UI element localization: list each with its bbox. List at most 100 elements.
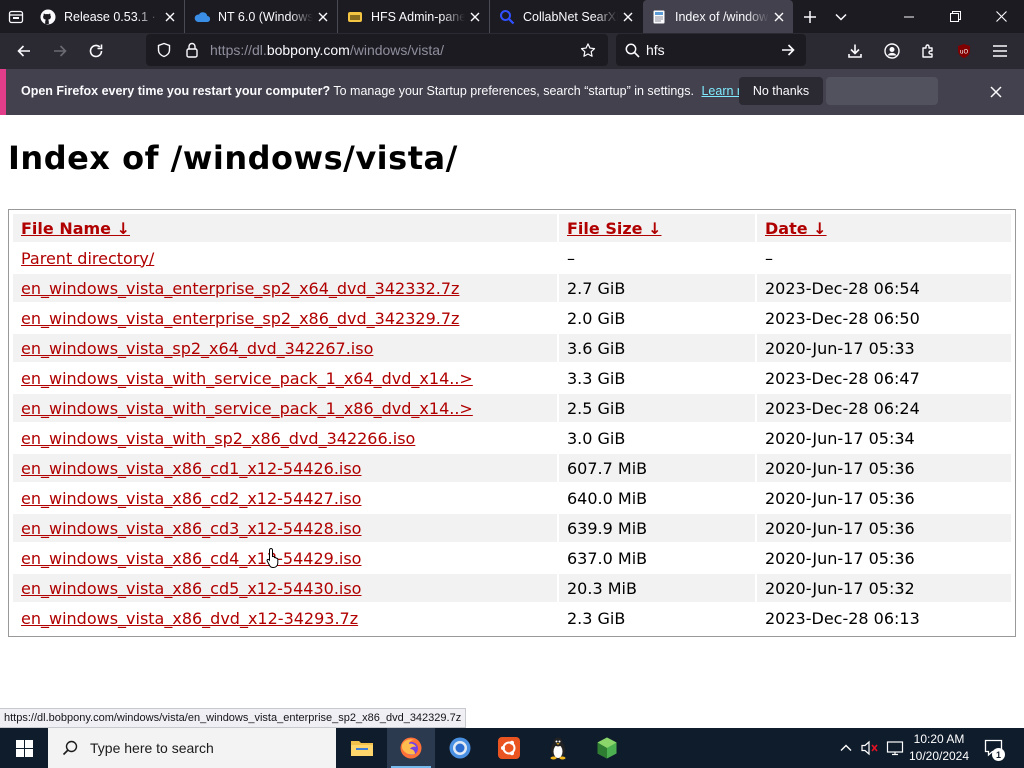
file-size-cell: – [567,248,575,268]
new-tab-button[interactable] [794,0,826,33]
ublock-origin-icon: uO [958,44,970,58]
taskbar-file-explorer[interactable] [338,728,386,768]
sort-by-date-link[interactable]: Date ↓ [765,219,827,238]
tab-hfs-admin[interactable]: HFS Admin-panel [339,0,490,33]
file-link[interactable]: en_windows_vista_x86_dvd_x12-34293.7z [21,609,358,628]
back-button[interactable] [8,35,40,67]
table-row: en_windows_vista_with_service_pack_1_x86… [13,394,1011,422]
table-row: en_windows_vista_enterprise_sp2_x64_dvd_… [13,274,1011,302]
minimize-button[interactable] [886,0,932,33]
close-tab-icon[interactable] [465,7,485,27]
search-bar[interactable]: hfs [616,34,806,66]
close-window-button[interactable] [978,0,1024,33]
reload-button[interactable] [80,35,112,67]
restore-icon [949,11,961,22]
close-tab-icon[interactable] [313,7,333,27]
no-thanks-button[interactable]: No thanks [739,77,823,105]
table-row: en_windows_vista_x86_cd3_x12-54428.iso 6… [13,514,1011,542]
close-icon [990,86,1002,98]
ublock-origin-button[interactable]: uO [948,35,980,67]
file-listing: File Name ↓ File Size ↓ Date ↓ Parent di… [8,209,1016,637]
file-link[interactable]: en_windows_vista_sp2_x64_dvd_342267.iso [21,339,373,358]
tab-release[interactable]: Release 0.53.1 · rejetto/hfs [32,0,185,33]
file-link[interactable]: en_windows_vista_enterprise_sp2_x64_dvd_… [21,279,459,298]
taskbar-green-cube-app[interactable] [583,728,631,768]
extensions-button[interactable] [912,35,944,67]
bookmark-star-icon[interactable] [580,42,596,58]
close-tab-icon[interactable] [160,7,180,27]
taskbar-ubuntu[interactable] [485,728,533,768]
tab-title: HFS Admin-panel [371,9,465,24]
url-prefix: https://dl. [210,42,267,58]
show-hidden-icons-button[interactable] [836,728,856,768]
file-link[interactable]: en_windows_vista_x86_cd4_x12-54429.iso [21,549,361,568]
tab-searxng[interactable]: CollabNet SearXNG [491,0,642,33]
tab-nt60[interactable]: NT 6.0 (Windows Vista) [186,0,338,33]
table-row: en_windows_vista_enterprise_sp2_x86_dvd_… [13,304,1011,332]
notification-secondary-button[interactable] [826,77,938,105]
file-link[interactable]: en_windows_vista_with_sp2_x86_dvd_342266… [21,429,415,448]
firefox-view-button[interactable] [0,0,32,33]
puzzle-piece-icon [922,44,933,58]
tracking-protection-shield-icon[interactable] [156,42,172,58]
account-button[interactable] [876,35,908,67]
table-row: en_windows_vista_x86_cd1_x12-54426.iso 6… [13,454,1011,482]
list-all-tabs-button[interactable] [825,0,857,33]
file-name-cell: en_windows_vista_with_service_pack_1_x64… [13,364,557,392]
file-date-cell: 2023-Dec-28 06:54 [757,274,1011,302]
file-date-cell: 2020-Jun-17 05:32 [757,574,1011,602]
taskbar-firefox[interactable] [387,728,435,768]
taskbar-search-box[interactable]: Type here to search [48,728,336,768]
file-link[interactable]: en_windows_vista_with_service_pack_1_x86… [21,399,473,418]
file-link[interactable]: en_windows_vista_x86_cd5_x12-54430.iso [21,579,361,598]
close-tab-icon[interactable] [618,7,638,27]
file-name-cell: en_windows_vista_sp2_x64_dvd_342267.iso [13,334,557,362]
sort-by-size-link[interactable]: File Size ↓ [567,219,661,238]
close-notification-button[interactable] [984,80,1008,104]
sort-by-name-link[interactable]: File Name ↓ [21,219,130,238]
firefox-view-icon [8,10,24,23]
taskbar-linux-tux[interactable] [534,728,582,768]
restore-button[interactable] [932,0,978,33]
file-name-cell: en_windows_vista_with_service_pack_1_x86… [13,394,557,422]
file-link[interactable]: en_windows_vista_x86_cd1_x12-54426.iso [21,459,361,478]
table-row: Parent directory/ – – [13,244,1011,272]
url-host: bobpony.com [266,42,350,58]
file-name-cell: en_windows_vista_x86_cd5_x12-54430.iso [13,574,557,602]
file-date-cell: 2020-Jun-17 05:33 [757,334,1011,362]
address-bar[interactable]: https://dl.bobpony.com/windows/vista/ [146,34,608,66]
windows-logo-icon [15,739,33,757]
file-size-cell: 3.3 GiB [567,368,626,388]
chevron-up-icon [840,744,852,751]
downloads-button[interactable] [839,35,871,67]
taskbar-chrome[interactable] [436,728,484,768]
lock-icon[interactable] [184,42,200,58]
action-center-button[interactable]: 1 [978,728,1010,768]
ubuntu-logo-icon [498,737,520,759]
url-text[interactable]: https://dl.bobpony.com/windows/vista/ [210,42,444,58]
file-link[interactable]: en_windows_vista_x86_cd3_x12-54428.iso [21,519,361,538]
file-name-cell: Parent directory/ [13,244,557,272]
go-arrow-icon[interactable] [780,42,796,58]
file-size-cell: 3.6 GiB [559,334,755,362]
tab-index-vista[interactable]: Index of /windows/vista/ [643,0,793,33]
close-icon [995,11,1007,22]
close-tab-icon[interactable] [769,7,789,27]
file-size-cell: 2.3 GiB [567,608,626,628]
file-link[interactable]: en_windows_vista_with_service_pack_1_x64… [21,369,473,388]
forward-button[interactable] [44,35,76,67]
parent-directory-link[interactable]: Parent directory/ [21,249,154,268]
navigation-toolbar: https://dl.bobpony.com/windows/vista/ hf… [0,33,1024,69]
start-button[interactable] [0,728,48,768]
file-name-cell: en_windows_vista_x86_cd2_x12-54427.iso [13,484,557,512]
taskbar-clock[interactable]: 10:20 AM 10/20/2024 [904,731,974,765]
table-row: en_windows_vista_x86_dvd_x12-34293.7z 2.… [13,604,1011,632]
search-input-value[interactable]: hfs [646,42,665,58]
file-link[interactable]: en_windows_vista_enterprise_sp2_x86_dvd_… [21,309,459,328]
clock-date: 10/20/2024 [908,749,970,763]
volume-muted-button[interactable] [858,728,882,768]
file-link[interactable]: en_windows_vista_x86_cd2_x12-54427.iso [21,489,361,508]
file-date-cell: 2020-Jun-17 05:36 [765,548,915,568]
app-menu-button[interactable] [984,35,1016,67]
file-size-cell: 639.9 MiB [559,514,755,542]
